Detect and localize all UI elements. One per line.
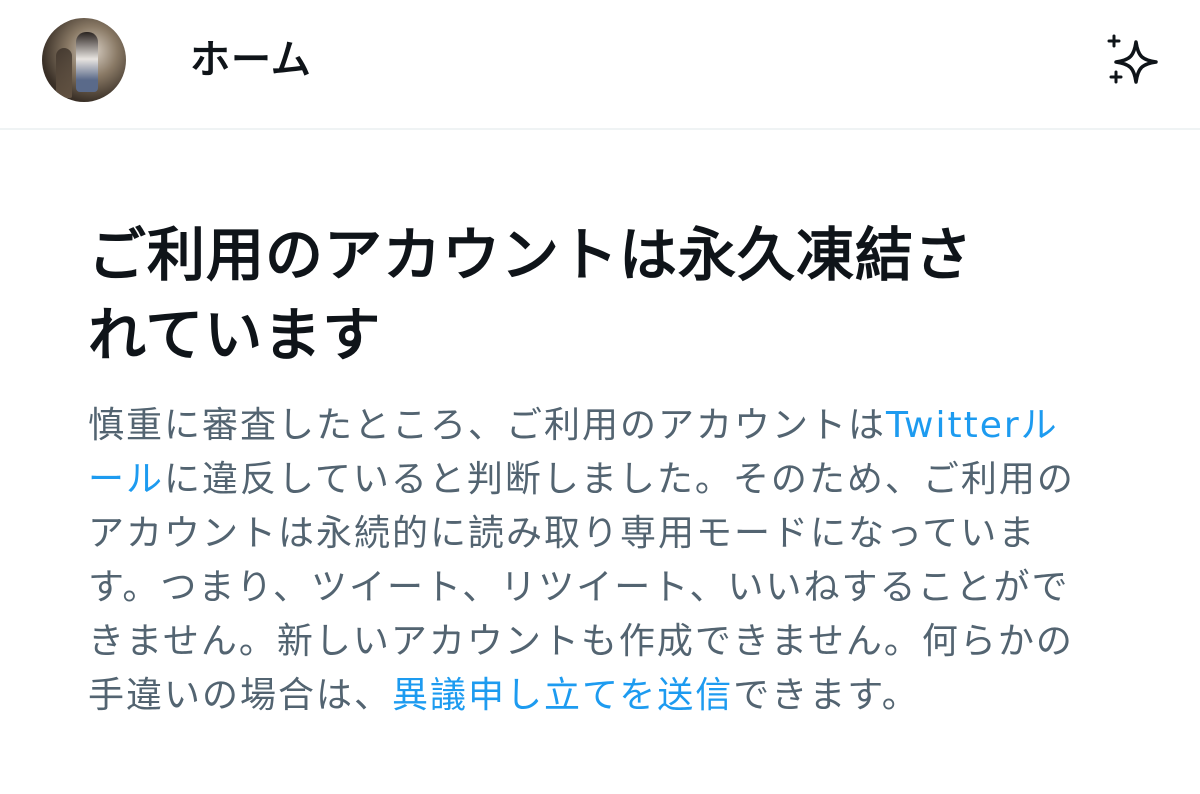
body-text-segment: できます。 [733, 675, 920, 716]
suspension-notice: ご利用のアカウントは永久凍結さ れています 慎重に審査したところ、ご利用のアカウン… [88, 215, 1088, 723]
headline-line: ご利用のアカウントは永久凍結さ [88, 221, 974, 289]
appeal-link[interactable]: 異議申し立てを送信 [392, 675, 733, 716]
avatar-figure [56, 48, 72, 98]
page-title: ホーム [190, 37, 312, 83]
avatar[interactable] [42, 18, 126, 102]
headline-line: れています [88, 301, 382, 369]
avatar-figure [76, 32, 98, 92]
top-header: ホーム [0, 0, 1200, 130]
notice-headline: ご利用のアカウントは永久凍結さ れています [88, 215, 1088, 375]
sparkle-icon[interactable] [1104, 34, 1164, 88]
notice-body: 慎重に審査したところ、ご利用のアカウントはTwitterルールに違反していると判… [88, 399, 1088, 723]
body-text-segment: 慎重に審査したところ、ご利用のアカウントは [88, 405, 887, 446]
